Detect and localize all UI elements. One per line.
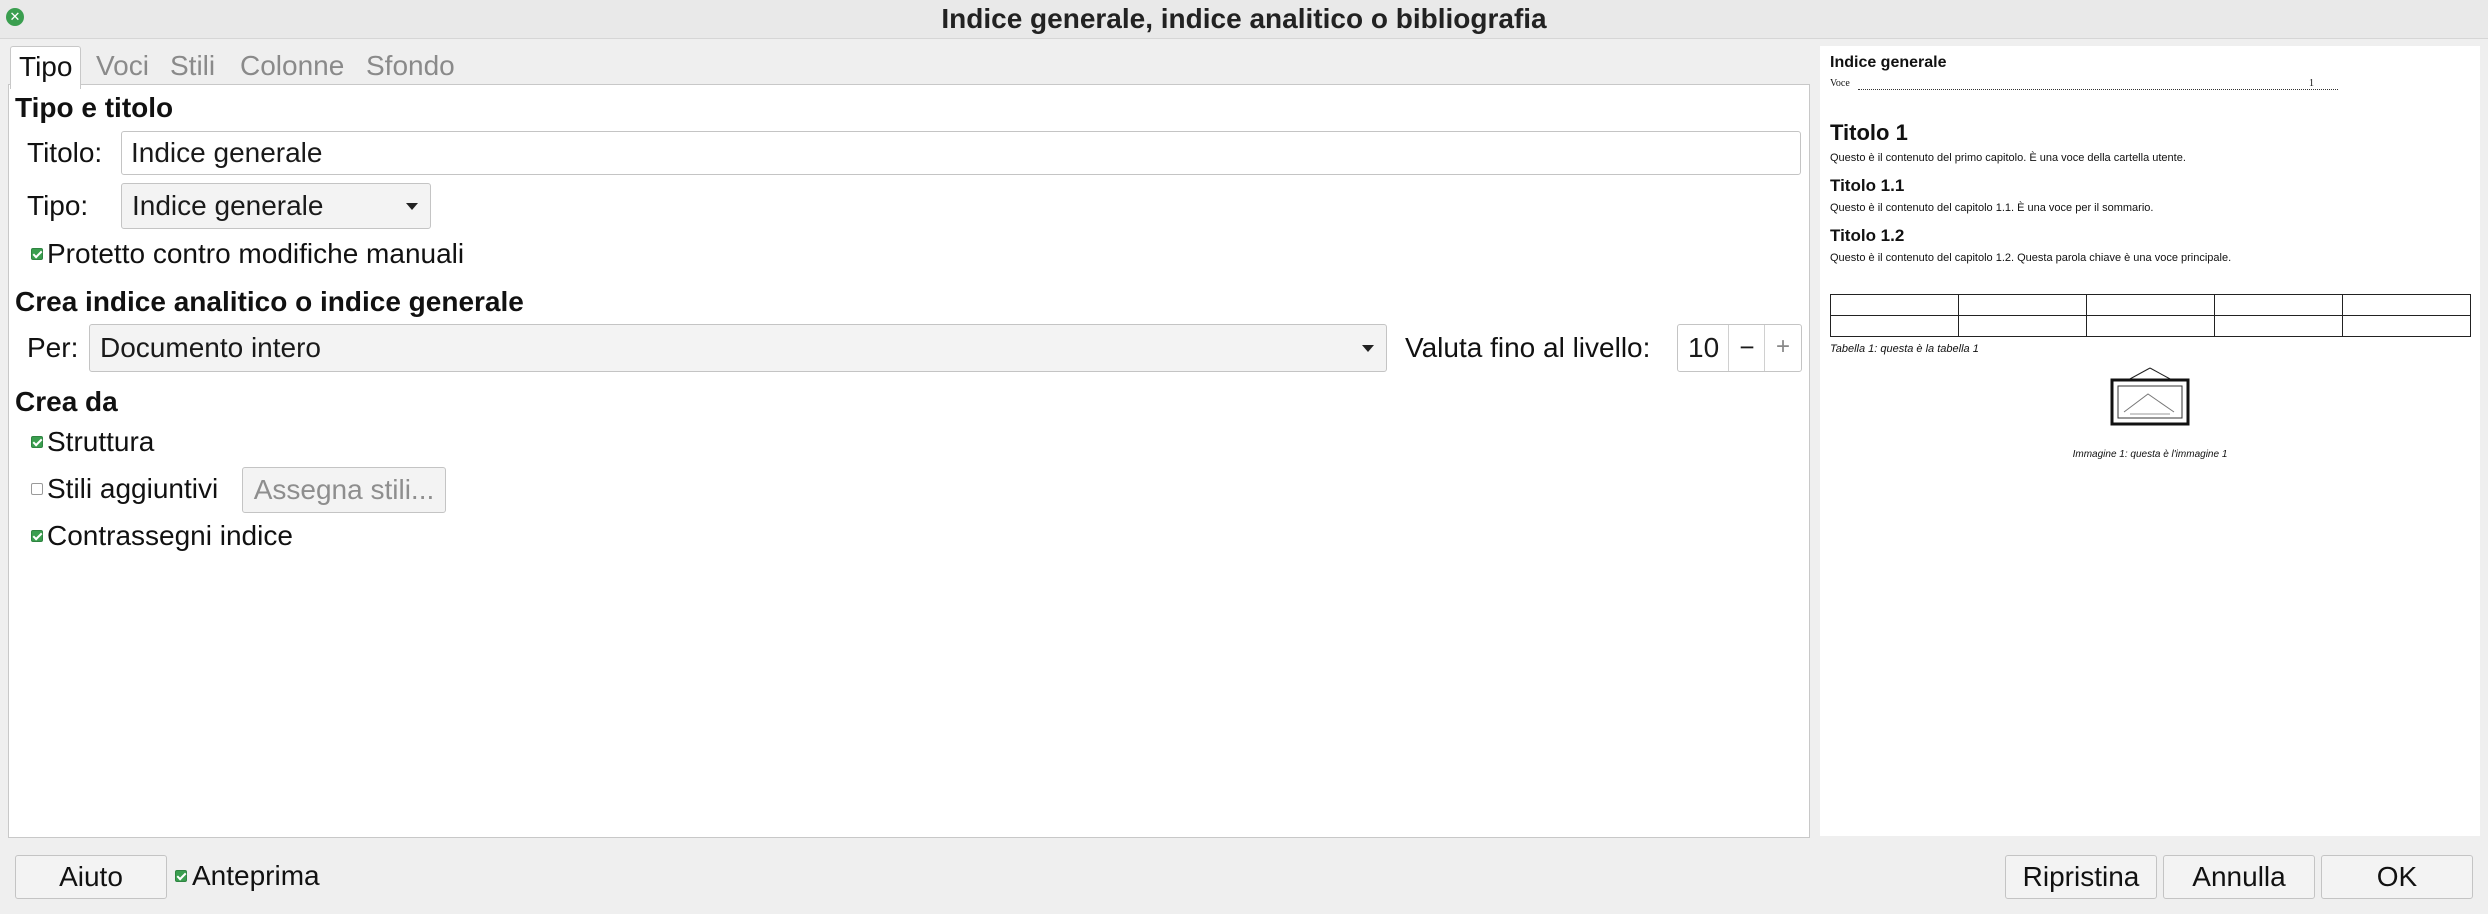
tab-sfondo[interactable]: Sfondo — [358, 46, 463, 86]
preview-toc-page: 1 — [2309, 78, 2314, 89]
tab-voci[interactable]: Voci — [88, 46, 157, 86]
preview-image-caption: Immagine 1: questa è l'immagine 1 — [2072, 449, 2228, 460]
outline-label[interactable]: Struttura — [47, 426, 154, 458]
chevron-down-icon — [1362, 345, 1374, 352]
index-marks-label[interactable]: Contrassegni indice — [47, 520, 293, 552]
help-button[interactable]: Aiuto — [15, 855, 167, 899]
title-input[interactable]: Indice generale — [121, 131, 1801, 175]
outline-checkbox[interactable] — [31, 436, 43, 448]
tab-colonne[interactable]: Colonne — [232, 46, 352, 86]
level-value[interactable]: 10 — [1688, 332, 1719, 363]
preview-pane: Indice generale Voce 1 Titolo 1 Questo è… — [1820, 46, 2480, 836]
preview-table-caption: Tabella 1: questa è la tabella 1 — [1830, 343, 1979, 355]
level-label: Valuta fino al livello: — [1405, 332, 1651, 363]
title-label: Titolo: — [27, 137, 103, 168]
preview-heading-1: Titolo 1 — [1830, 120, 1908, 145]
tab-tipo[interactable]: Tipo — [10, 46, 82, 89]
type-dropdown-value: Indice generale — [132, 190, 324, 221]
additional-styles-label[interactable]: Stili aggiuntivi — [47, 473, 218, 505]
preview-heading-1-1: Titolo 1.1 — [1830, 176, 1905, 195]
for-dropdown-value: Documento intero — [100, 332, 322, 363]
reset-button[interactable]: Ripristina — [2005, 855, 2157, 899]
additional-styles-checkbox[interactable] — [31, 483, 43, 495]
protected-label[interactable]: Protetto contro modifiche manuali — [47, 238, 464, 270]
cancel-button[interactable]: Annulla — [2163, 855, 2315, 899]
assign-styles-button[interactable]: Assegna stili... — [242, 467, 446, 513]
preview-paragraph-1-2: Questo è il contenuto del capitolo 1.2. … — [1830, 252, 2232, 264]
section-heading-create-index: Crea indice analitico o indice generale — [15, 286, 524, 317]
preview-toc-title: Indice generale — [1830, 54, 1947, 71]
ok-button[interactable]: OK — [2321, 855, 2473, 899]
preview-toc-entry: Voce — [1830, 78, 1850, 89]
chevron-down-icon — [406, 203, 418, 210]
preview-checkbox[interactable] — [175, 870, 187, 882]
index-marks-checkbox[interactable] — [31, 530, 43, 542]
preview-paragraph-1-1: Questo è il contenuto del capitolo 1.1. … — [1830, 202, 2154, 214]
preview-table — [1830, 294, 2471, 337]
for-dropdown[interactable]: Documento intero — [89, 324, 1387, 372]
window-title: Indice generale, indice analitico o bibl… — [941, 3, 1547, 34]
section-heading-create-from: Crea da — [15, 386, 118, 417]
type-label: Tipo: — [27, 190, 89, 221]
close-icon[interactable]: ✕ — [6, 8, 24, 26]
preview-heading-1-2: Titolo 1.2 — [1830, 226, 1905, 245]
decrease-level-button[interactable]: − — [1728, 325, 1765, 371]
increase-level-button[interactable]: + — [1764, 325, 1801, 371]
preview-label[interactable]: Anteprima — [192, 860, 320, 892]
preview-picture-icon — [2110, 367, 2190, 426]
for-label: Per: — [27, 332, 79, 363]
preview-paragraph-1: Questo è il contenuto del primo capitolo… — [1830, 152, 2186, 164]
protected-checkbox[interactable] — [31, 248, 43, 260]
tab-stili[interactable]: Stili — [162, 46, 223, 86]
preview-toc-leader — [1858, 89, 2338, 90]
section-heading-type-title: Tipo e titolo — [15, 92, 174, 123]
type-dropdown[interactable]: Indice generale — [121, 183, 431, 229]
